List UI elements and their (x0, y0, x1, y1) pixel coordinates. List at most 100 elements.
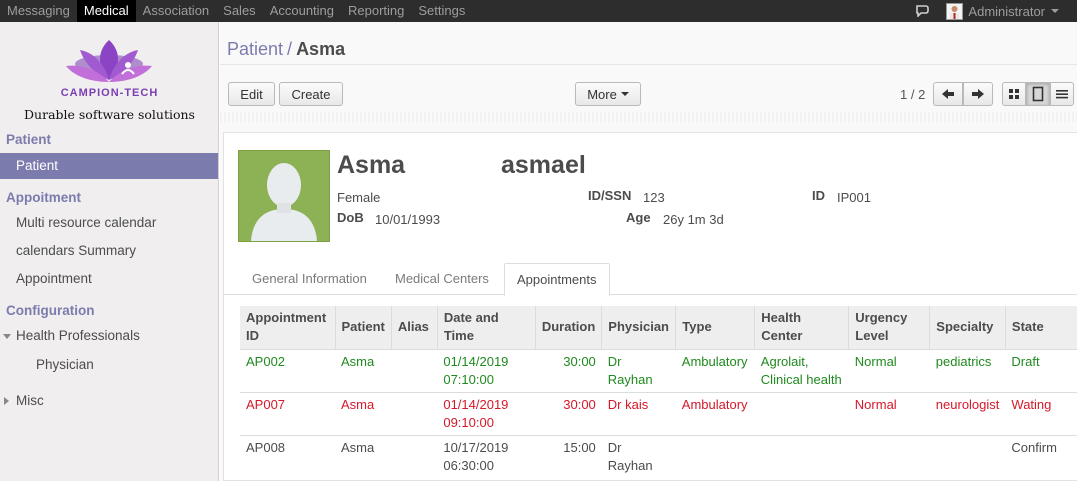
cell-specialty: pediatrics (929, 348, 1006, 392)
form-sheet: Asma asmael Female DoB 10/01/1993 ID/SSN… (223, 132, 1077, 481)
top-right: Administrator (916, 0, 1077, 22)
cell-patient: Asma (335, 348, 392, 392)
table-row[interactable]: AP002 Asma 01/14/2019 07:10:00 30:00 Dr … (240, 348, 1077, 392)
column-header[interactable]: Type (675, 306, 755, 349)
form-view-button[interactable] (1026, 82, 1050, 106)
patient-gender: Female (337, 190, 381, 205)
edit-button[interactable]: Edit (228, 82, 275, 106)
list-view-button[interactable] (1050, 82, 1074, 106)
cell-physician: Dr kais (601, 391, 676, 435)
section-patient: Patient (6, 132, 52, 147)
table-row[interactable]: AP007 Asma 01/14/2019 09:10:00 30:00 Dr … (240, 391, 1077, 435)
patient-photo[interactable] (238, 150, 330, 242)
column-header[interactable]: Urgency Level (848, 306, 930, 349)
sidebar-item-label: Health Professionals (16, 328, 140, 343)
pager-value[interactable]: 1 / 2 (900, 87, 925, 102)
cell-appointment-id: AP008 (240, 434, 335, 478)
chevron-down-icon (1051, 9, 1059, 13)
page-title: Asma (296, 39, 346, 59)
cell-state: Draft (1005, 348, 1077, 392)
cell-urgency: Normal (848, 348, 930, 392)
section-configuration: Configuration (6, 303, 95, 318)
column-header[interactable]: Health Center (754, 306, 849, 349)
idssn-label: ID/SSN (588, 188, 632, 203)
menu-sales[interactable]: Sales (216, 0, 263, 22)
tab-medical-centers[interactable]: Medical Centers (383, 263, 501, 295)
sidebar-item-physician[interactable]: Physician (0, 352, 218, 378)
kanban-view-icon (1009, 89, 1019, 99)
main-content: Patient / Asma Edit Create More 1 / 2 As… (220, 22, 1077, 481)
cell-urgency: Normal (848, 391, 930, 435)
cell-health-center: Agrolait, Clinical health (754, 348, 849, 392)
cell-state: Wating (1005, 391, 1077, 435)
collapsed-caret-icon (4, 397, 9, 405)
avatar (946, 2, 964, 20)
cell-type (675, 434, 755, 478)
table-row[interactable]: AP008 Asma 10/17/2019 06:30:00 15:00 Dr … (240, 434, 1077, 478)
cell-type: Ambulatory (675, 348, 755, 392)
lotus-logo-icon (66, 40, 152, 82)
cell-appointment-id: AP007 (240, 391, 335, 435)
cell-date-time: 10/17/2019 06:30:00 (437, 434, 536, 478)
company-logo: CAMPION-TECH Durable software solutions (0, 22, 219, 130)
column-header[interactable]: Duration (534, 306, 602, 349)
pager-next-button[interactable] (963, 82, 993, 106)
column-header[interactable]: Patient (334, 306, 392, 349)
pager-previous-button[interactable] (933, 82, 963, 106)
expanded-caret-icon (3, 334, 11, 339)
brand-tagline: Durable software solutions (24, 107, 195, 122)
dob-label: DoB (337, 210, 364, 225)
idssn-value: 123 (643, 190, 665, 205)
cell-physician: Dr Rayhan (601, 348, 676, 392)
id-value: IP001 (837, 190, 871, 205)
sidebar-item-misc[interactable]: Misc (0, 388, 218, 414)
kanban-view-button[interactable] (1002, 82, 1026, 106)
patient-photo-icon (251, 163, 317, 241)
column-header[interactable]: Specialty (929, 306, 1006, 349)
menu-reporting[interactable]: Reporting (341, 0, 411, 22)
column-header[interactable]: Physician (601, 306, 676, 349)
cell-health-center (754, 434, 849, 478)
create-button[interactable]: Create (279, 82, 343, 106)
cell-appointment-id: AP002 (240, 348, 335, 392)
cell-health-center (754, 391, 849, 435)
cell-patient: Asma (335, 391, 392, 435)
patient-last-name: asmael (501, 151, 586, 179)
appointments-table: Appointment ID Patient Alias Date and Ti… (240, 306, 1077, 478)
sidebar-item-health-professionals[interactable]: Health Professionals (0, 323, 218, 349)
arrow-left-icon (942, 89, 954, 99)
menu-messaging[interactable]: Messaging (0, 0, 77, 22)
column-header[interactable]: State (1004, 306, 1077, 349)
breadcrumb: Patient / Asma (227, 39, 345, 60)
menu-settings[interactable]: Settings (411, 0, 472, 22)
sidebar-item-label: Misc (16, 393, 44, 408)
sheet-background (220, 112, 1077, 122)
cell-urgency (848, 434, 930, 478)
cell-patient: Asma (335, 434, 392, 478)
tab-general-information[interactable]: General Information (240, 263, 379, 295)
sidebar-item-patient[interactable]: Patient (0, 153, 218, 179)
breadcrumb-parent[interactable]: Patient (227, 39, 283, 59)
top-navbar: Messaging Medical Association Sales Acco… (0, 0, 1077, 22)
sidebar-item-appointment[interactable]: Appointment (0, 266, 218, 292)
patient-first-name: Asma (337, 151, 406, 179)
column-header[interactable]: Appointment ID (240, 306, 335, 349)
menu-accounting[interactable]: Accounting (263, 0, 341, 22)
cell-duration: 30:00 (535, 348, 602, 392)
cell-alias (391, 348, 438, 392)
cell-type: Ambulatory (675, 391, 755, 435)
tab-appointments[interactable]: Appointments (504, 263, 610, 296)
user-menu[interactable]: Administrator (946, 2, 1077, 20)
column-header[interactable]: Alias (390, 306, 438, 349)
sidebar-item-multi-resource-calendar[interactable]: Multi resource calendar (0, 210, 218, 236)
id-label: ID (812, 188, 825, 203)
cell-alias (391, 391, 438, 435)
more-button[interactable]: More (575, 82, 641, 106)
menu-association[interactable]: Association (136, 0, 216, 22)
menu-medical[interactable]: Medical (76, 0, 136, 22)
cell-specialty: neurologist (929, 391, 1006, 435)
sidebar-item-calendars-summary[interactable]: calendars Summary (0, 238, 218, 264)
more-label: More (587, 86, 617, 102)
column-header[interactable]: Date and Time (436, 306, 536, 349)
chat-icon[interactable] (916, 5, 930, 17)
